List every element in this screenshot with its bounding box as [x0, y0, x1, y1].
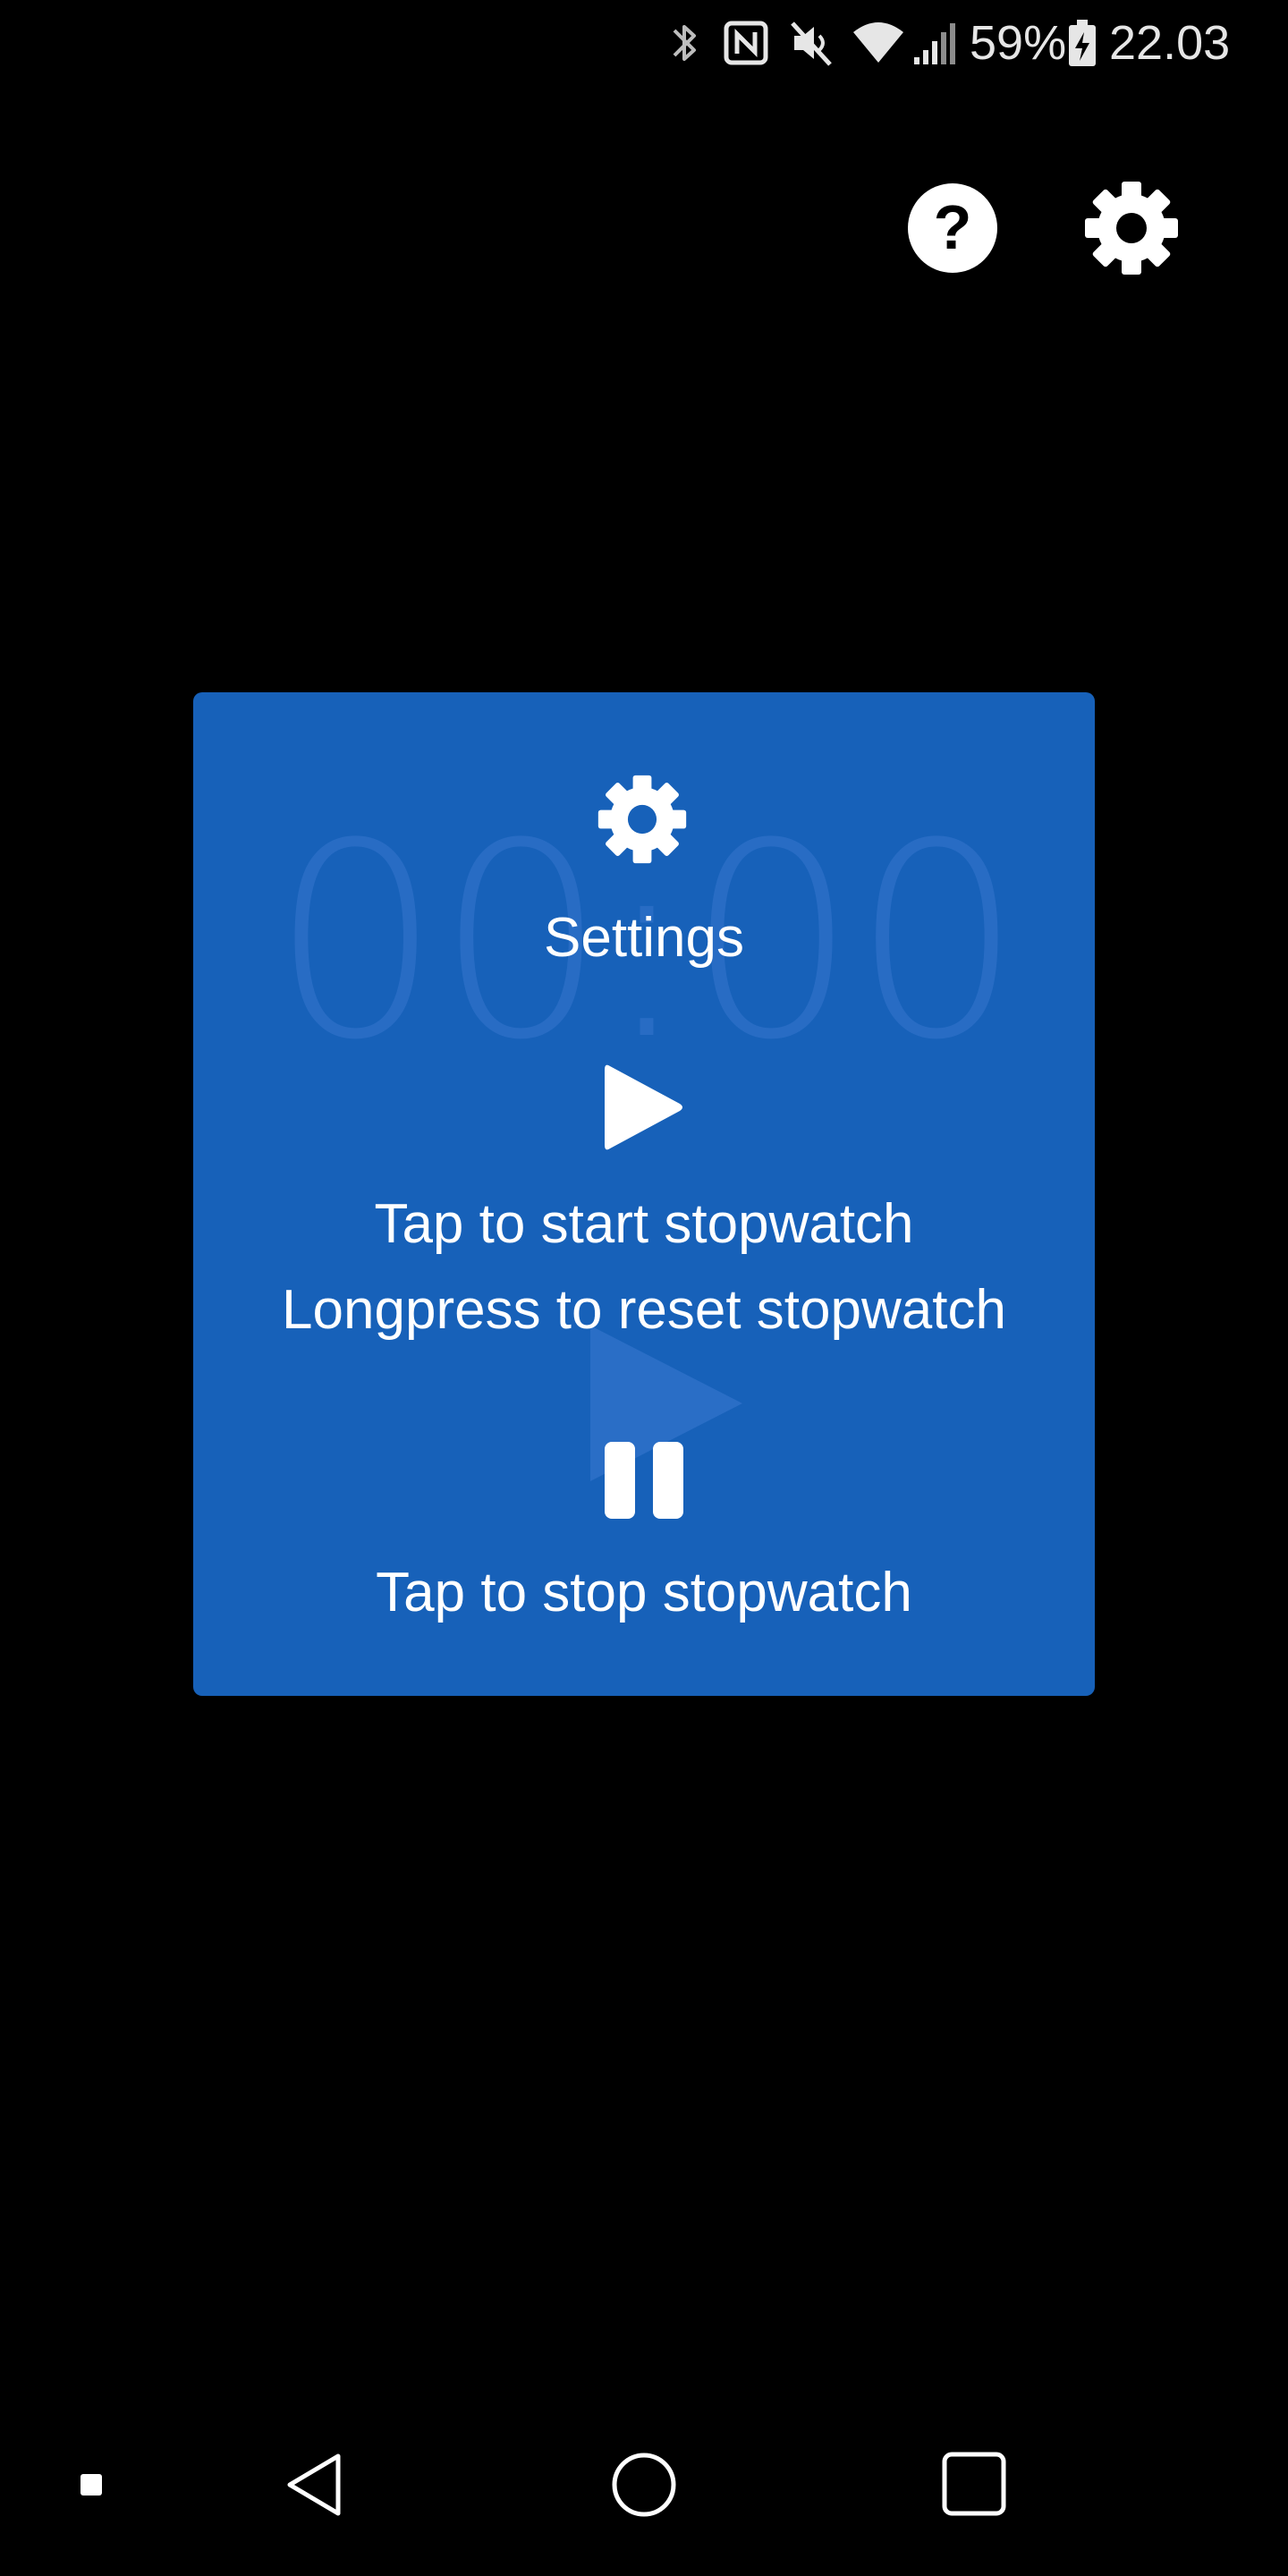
back-icon[interactable]: [283, 2451, 345, 2519]
play-icon: [605, 1064, 682, 1150]
reset-label: Longpress to reset stopwatch: [282, 1279, 1006, 1341]
svg-text:?: ?: [934, 192, 972, 262]
gear-icon[interactable]: [1082, 179, 1181, 277]
stop-label: Tap to stop stopwatch: [376, 1562, 912, 1623]
navigation-bar: [0, 2415, 1288, 2576]
battery-charging-icon: [1069, 20, 1096, 66]
status-bar: 59% 22.03: [0, 0, 1288, 89]
battery-percent: 59%: [970, 16, 1067, 70]
mute-icon: [791, 21, 832, 66]
pause-icon: [605, 1442, 683, 1519]
home-icon[interactable]: [610, 2451, 678, 2519]
help-icon[interactable]: ?: [903, 179, 1002, 277]
recents-icon[interactable]: [941, 2451, 1007, 2517]
bluetooth-icon: [673, 25, 696, 61]
signal-icon: [914, 23, 955, 64]
help-overlay-card[interactable]: 00:00 Settings Tap to start stopwatch Lo…: [193, 692, 1095, 1696]
start-label: Tap to start stopwatch: [374, 1193, 914, 1255]
settings-gear-icon: [597, 775, 687, 864]
dot-icon[interactable]: [79, 2472, 106, 2499]
nfc-icon: [724, 21, 768, 65]
settings-label: Settings: [543, 907, 745, 969]
clock: 22.03: [1109, 16, 1231, 70]
wifi-icon: [853, 22, 903, 63]
